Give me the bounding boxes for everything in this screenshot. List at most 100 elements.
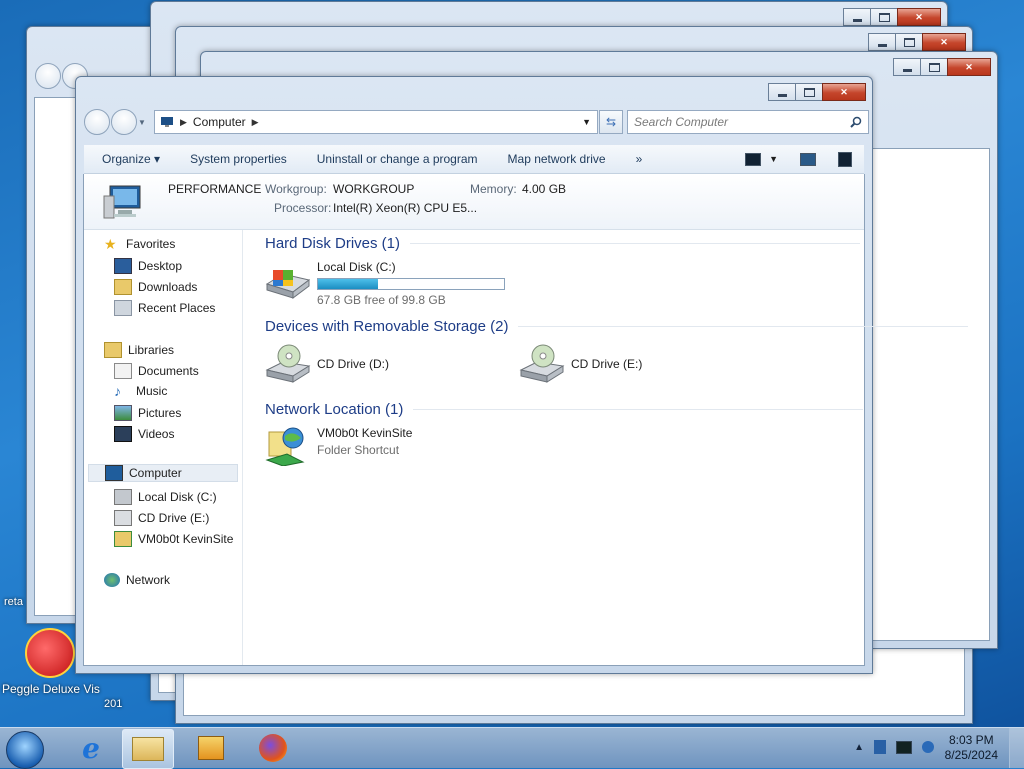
- group-header-removable-storage[interactable]: Devices with Removable Storage (2): [265, 318, 968, 335]
- details-header: PERFORMANCE Workgroup: WORKGROUP Memory:…: [84, 174, 864, 230]
- nav-favorites[interactable]: ★ Favorites: [104, 237, 175, 251]
- local-disk-item[interactable]: Local Disk (C:) 67.8 GB free of 99.8 GB: [263, 260, 505, 307]
- documents-icon: [114, 363, 132, 379]
- organize-menu[interactable]: Organize ▾: [102, 152, 160, 166]
- content-pane: Hard Disk Drives (1) Local Disk (C:) 67.…: [243, 230, 864, 665]
- back-button[interactable]: [84, 109, 110, 135]
- change-view-icon[interactable]: [745, 152, 762, 166]
- address-dropdown-icon[interactable]: ▼: [582, 117, 591, 127]
- downloads-folder-icon: [114, 279, 132, 295]
- address-bar[interactable]: ▶ Computer ▶ ▼: [154, 110, 598, 134]
- processor-label: Processor:: [274, 201, 332, 215]
- nav-cd-drive-e[interactable]: CD Drive (E:): [114, 510, 209, 526]
- nav-downloads[interactable]: Downloads: [114, 279, 197, 295]
- videos-icon: [114, 426, 132, 442]
- peggle-label: Peggle Deluxe: [2, 682, 81, 696]
- workgroup-value: WORKGROUP: [333, 182, 415, 196]
- media-player-icon: [198, 736, 224, 760]
- nav-local-disk[interactable]: Local Disk (C:): [114, 489, 217, 505]
- notification-area: ▲: [854, 740, 934, 754]
- search-placeholder: Search Computer: [634, 115, 729, 129]
- computer-large-icon: [103, 185, 141, 219]
- cd-drive-e-item[interactable]: CD Drive (E:): [517, 344, 642, 384]
- search-input[interactable]: Search Computer: [627, 110, 869, 134]
- show-desktop-button[interactable]: [1009, 728, 1024, 768]
- memory-label: Memory:: [470, 182, 517, 196]
- partial-desktop-label-2: 201: [104, 698, 123, 710]
- taskbar: e ▲ 8:03 PM 8/25/2024: [0, 727, 1024, 769]
- cd-drive-icon: [114, 510, 132, 526]
- uninstall-program-button[interactable]: Uninstall or change a program: [317, 152, 478, 166]
- disk-usage-fill: [318, 279, 378, 289]
- start-button[interactable]: [6, 731, 44, 769]
- workgroup-label: Workgroup:: [265, 182, 327, 196]
- partial-label: Vis: [83, 682, 100, 696]
- clock-date: 8/25/2024: [944, 748, 998, 762]
- hard-drive-icon: [265, 270, 311, 299]
- nav-computer[interactable]: Computer: [88, 464, 238, 482]
- partial-desktop-label: reta: [4, 596, 23, 608]
- computer-explorer-window[interactable]: ✕ ▼ ▶ Computer ▶ ▼ ⇆ Search Computer Org…: [75, 76, 873, 674]
- processor-value: Intel(R) Xeon(R) CPU E5...: [333, 201, 478, 215]
- forward-button[interactable]: [111, 109, 137, 135]
- music-icon: ♪: [114, 383, 121, 399]
- nav-videos[interactable]: Videos: [114, 426, 174, 442]
- nav-libraries[interactable]: Libraries: [104, 342, 174, 358]
- nav-documents[interactable]: Documents: [114, 363, 199, 379]
- cd-drive-e-label: CD Drive (E:): [571, 357, 643, 371]
- nav-kevinsite[interactable]: VM0b0t KevinSite: [114, 531, 233, 547]
- folder-icon: [132, 737, 164, 761]
- nav-music[interactable]: ♪ Music: [114, 384, 167, 398]
- minimize-button[interactable]: [768, 83, 796, 101]
- network-icon: [104, 573, 120, 587]
- group-header-network-location[interactable]: Network Location (1): [265, 401, 863, 418]
- pictures-icon: [114, 405, 132, 421]
- chevron-right-icon[interactable]: ▶: [180, 117, 187, 128]
- recent-places-icon: [114, 300, 132, 316]
- nav-recent-places[interactable]: Recent Places: [114, 300, 215, 316]
- show-hidden-icons-icon[interactable]: ▲: [854, 742, 864, 753]
- firefox-button[interactable]: [248, 729, 298, 767]
- group-header-hard-disk-drives[interactable]: Hard Disk Drives (1): [265, 235, 860, 252]
- network-folder-icon: [265, 427, 305, 466]
- hard-drive-icon: [114, 489, 132, 505]
- internet-explorer-button[interactable]: e: [66, 729, 116, 767]
- computer-icon: [161, 117, 173, 127]
- preview-pane-icon[interactable]: [800, 152, 816, 166]
- network-folder-icon: [114, 531, 132, 547]
- close-button[interactable]: ✕: [822, 83, 866, 101]
- action-center-icon[interactable]: [874, 740, 886, 754]
- cd-drive-d-item[interactable]: CD Drive (D:): [263, 344, 389, 384]
- media-player-button[interactable]: [186, 729, 236, 767]
- kevinsite-name: VM0b0t KevinSite: [317, 426, 413, 440]
- system-properties-button[interactable]: System properties: [190, 152, 287, 166]
- kevinsite-item[interactable]: VM0b0t KevinSite Folder Shortcut: [263, 426, 412, 466]
- nav-pictures[interactable]: Pictures: [114, 405, 181, 421]
- firefox-icon: [259, 734, 287, 762]
- refresh-button[interactable]: ⇆: [599, 110, 623, 134]
- maximize-button[interactable]: [795, 83, 823, 101]
- computer-name: PERFORMANCE: [168, 182, 262, 196]
- nav-desktop[interactable]: Desktop: [114, 258, 182, 274]
- peggle-icon: [25, 628, 75, 678]
- windows-explorer-button[interactable]: [122, 729, 174, 769]
- help-icon[interactable]: [838, 151, 852, 167]
- recent-pages-dropdown[interactable]: ▼: [138, 118, 148, 127]
- star-icon: ★: [104, 236, 117, 252]
- network-status-icon[interactable]: [922, 741, 934, 753]
- search-icon[interactable]: [850, 116, 862, 128]
- chevron-right-icon[interactable]: ▶: [252, 117, 259, 128]
- local-disk-name: Local Disk (C:): [317, 260, 396, 274]
- kevinsite-type: Folder Shortcut: [317, 443, 400, 457]
- view-dropdown-icon[interactable]: ▼: [769, 154, 778, 164]
- disk-usage-bar: [317, 278, 505, 290]
- display-icon[interactable]: [896, 740, 912, 754]
- map-network-drive-button[interactable]: Map network drive: [508, 152, 606, 166]
- breadcrumb-computer[interactable]: Computer: [193, 115, 246, 129]
- clock[interactable]: 8:03 PM 8/25/2024: [945, 733, 998, 763]
- nav-network[interactable]: Network: [104, 573, 170, 587]
- more-commands-button[interactable]: »: [636, 152, 643, 166]
- cd-drive-d-label: CD Drive (D:): [317, 357, 389, 371]
- address-row: ▼ ▶ Computer ▶ ▼ ⇆ Search Computer: [84, 109, 869, 135]
- cd-drive-icon: [265, 344, 311, 383]
